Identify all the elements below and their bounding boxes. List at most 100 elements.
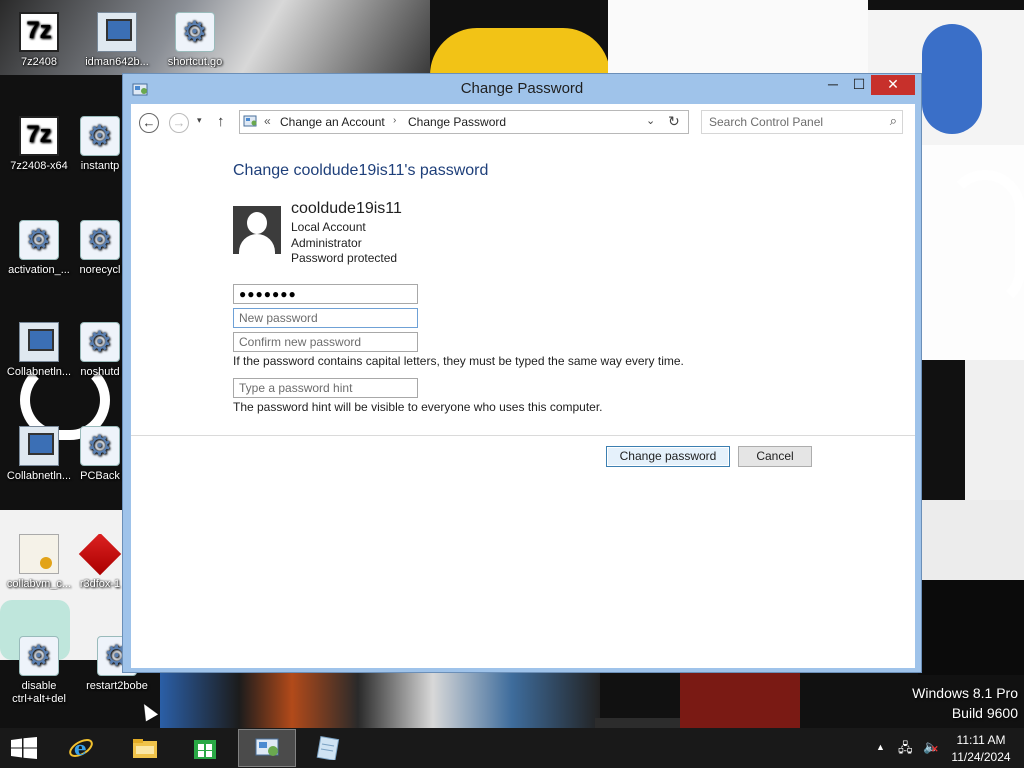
computer-icon <box>19 322 59 362</box>
desktop-icon-collabnet-2[interactable]: Collabnetln... <box>0 426 78 482</box>
folder-icon <box>133 739 157 758</box>
desktop-icon-disable-cad[interactable]: disable ctrl+alt+del <box>0 636 78 706</box>
clock-date: 11/24/2024 <box>951 750 1011 764</box>
gear-icon <box>80 116 120 156</box>
refresh-icon[interactable]: ↻ <box>668 113 680 130</box>
breadcrumb-separator-icon[interactable]: › <box>393 115 396 126</box>
password-hint-field[interactable]: Type a password hint <box>233 378 418 398</box>
wallpaper-text-panel <box>918 580 1024 675</box>
start-button-windows-icon[interactable] <box>11 737 37 759</box>
up-arrow-icon[interactable]: ↑ <box>217 113 225 130</box>
control-panel-icon <box>255 738 279 756</box>
7zip-icon: 7z <box>19 116 59 156</box>
account-role: Administrator <box>291 236 362 250</box>
certificate-icon <box>19 534 59 574</box>
confirm-password-field[interactable]: Confirm new password <box>233 332 418 352</box>
change-password-window: Change Password ─ ☐ ✕ ← → ▾ ↑ « Change a… <box>122 73 922 673</box>
desktop-icon-instantp[interactable]: instantp <box>78 116 122 172</box>
desktop-icon-idman[interactable]: idman642b... <box>78 12 156 68</box>
desktop-icon-label: r3dfox-1 <box>79 578 121 590</box>
forward-arrow-icon[interactable]: → <box>169 113 189 133</box>
taskbar-store[interactable] <box>176 729 234 767</box>
7zip-icon: 7z <box>19 12 59 52</box>
minimize-button[interactable]: ─ <box>820 75 846 95</box>
breadcrumb-overflow-icon[interactable]: « <box>264 114 271 128</box>
back-arrow-icon[interactable]: ← <box>139 113 159 133</box>
gear-icon <box>80 426 120 466</box>
taskbar: e ▲ 🖧 🔈 ✕ 11:11 AM 11/24/2024 <box>0 728 1024 768</box>
watermark-edition: Windows 8.1 Pro <box>912 685 1018 701</box>
desktop-icon-label: 7z2408 <box>20 56 58 68</box>
desktop-icon-r3dfox[interactable]: r3dfox-1 <box>78 534 122 590</box>
clock[interactable]: 11:11 AM 11/24/2024 <box>946 732 1016 766</box>
desktop-icon-label: idman642b... <box>85 56 149 68</box>
desktop-icon-label: Collabnetln... <box>6 470 72 482</box>
desktop-icon-noshutd[interactable]: noshutd <box>78 322 122 378</box>
window-title: Change Password <box>460 80 584 97</box>
desktop-icon-label: instantp <box>80 160 120 172</box>
gear-icon <box>175 12 215 52</box>
hint-visibility-note: The password hint will be visible to eve… <box>233 400 603 414</box>
user-avatar-icon <box>233 206 281 254</box>
taskbar-control-panel[interactable] <box>238 729 296 767</box>
wallpaper-strip <box>160 673 600 728</box>
recent-pages-dropdown-icon[interactable]: ▾ <box>197 115 202 126</box>
show-hidden-icons-button[interactable]: ▲ <box>876 742 885 752</box>
desktop-icon-label: restart2bobe <box>86 680 148 692</box>
store-icon <box>194 740 216 759</box>
gear-icon <box>80 322 120 362</box>
desktop-icon-label: activation_... <box>8 264 70 276</box>
wallpaper-red-car <box>680 673 800 728</box>
account-name: cooldude19is11 <box>291 200 402 217</box>
idm-icon <box>97 12 137 52</box>
taskbar-notepad[interactable] <box>300 729 358 767</box>
desktop-icon-label: shortcut.go <box>167 56 223 68</box>
desktop-icon-label: 7z2408-x64 <box>10 160 68 172</box>
desktop-icon-shortcut[interactable]: shortcut.go <box>156 12 234 68</box>
control-panel-icon <box>243 115 257 127</box>
content-pane: Change cooldude19is11's password cooldud… <box>131 138 915 668</box>
title-bar[interactable]: Change Password ─ ☐ ✕ <box>123 74 921 104</box>
desktop-icon-label: noshutd <box>80 366 120 378</box>
capital-letters-note: If the password contains capital letters… <box>233 354 684 368</box>
desktop-icon-label: collabvm_c... <box>6 578 72 590</box>
taskbar-internet-explorer[interactable]: e <box>52 729 110 767</box>
desktop-icon-7z2408-x64[interactable]: 7z 7z2408-x64 <box>0 116 78 172</box>
breadcrumb-change-an-account[interactable]: Change an Account <box>280 115 385 129</box>
watermark-build: Build 9600 <box>951 705 1018 721</box>
network-icon[interactable]: 🖧 <box>898 739 913 761</box>
wallpaper-document <box>965 360 1024 500</box>
wallpaper-white <box>922 500 1024 580</box>
taskbar-file-explorer[interactable] <box>116 729 174 767</box>
wallpaper-cat-shape <box>922 24 982 134</box>
desktop-icon-7z2408[interactable]: 7z 7z2408 <box>0 12 78 68</box>
maximize-button[interactable]: ☐ <box>846 75 872 95</box>
desktop-icon-collabnet-1[interactable]: Collabnetln... <box>0 322 78 378</box>
gear-icon <box>19 636 59 676</box>
new-password-field[interactable]: New password <box>233 308 418 328</box>
cancel-button[interactable]: Cancel <box>738 446 812 467</box>
wallpaper-scribble-2 <box>945 170 1024 310</box>
breadcrumb-change-password[interactable]: Change Password <box>408 115 506 129</box>
account-type: Local Account <box>291 220 366 234</box>
navigation-bar: ← → ▾ ↑ « Change an Account › Change Pas… <box>131 104 915 138</box>
r3dfox-icon <box>78 534 122 576</box>
desktop-icon-pcback[interactable]: PCBack <box>78 426 122 482</box>
address-dropdown-icon[interactable]: ⌄ <box>646 114 655 127</box>
desktop-icon-label: Collabnetln... <box>6 366 72 378</box>
wallpaper-yellow-face <box>430 28 610 75</box>
close-button[interactable]: ✕ <box>871 75 915 95</box>
desktop-icon-collabvm-cert[interactable]: collabvm_c... <box>0 534 78 590</box>
desktop-icon-label: disable ctrl+alt+del <box>12 680 66 705</box>
computer-icon <box>19 426 59 466</box>
change-password-button[interactable]: Change password <box>606 446 730 467</box>
page-title: Change cooldude19is11's password <box>233 162 489 179</box>
current-password-field[interactable]: ●●●●●●● <box>233 284 418 304</box>
desktop-icon-label: norecycl <box>79 264 121 276</box>
desktop-icon-activation[interactable]: activation_... <box>0 220 78 276</box>
search-placeholder: Search Control Panel <box>709 115 824 129</box>
desktop-icon-norecycl[interactable]: norecycl <box>78 220 122 276</box>
search-icon[interactable]: ⌕ <box>890 113 897 129</box>
address-bar[interactable]: « Change an Account › Change Password ⌄ … <box>239 110 689 134</box>
search-box[interactable]: Search Control Panel ⌕ <box>701 110 903 134</box>
